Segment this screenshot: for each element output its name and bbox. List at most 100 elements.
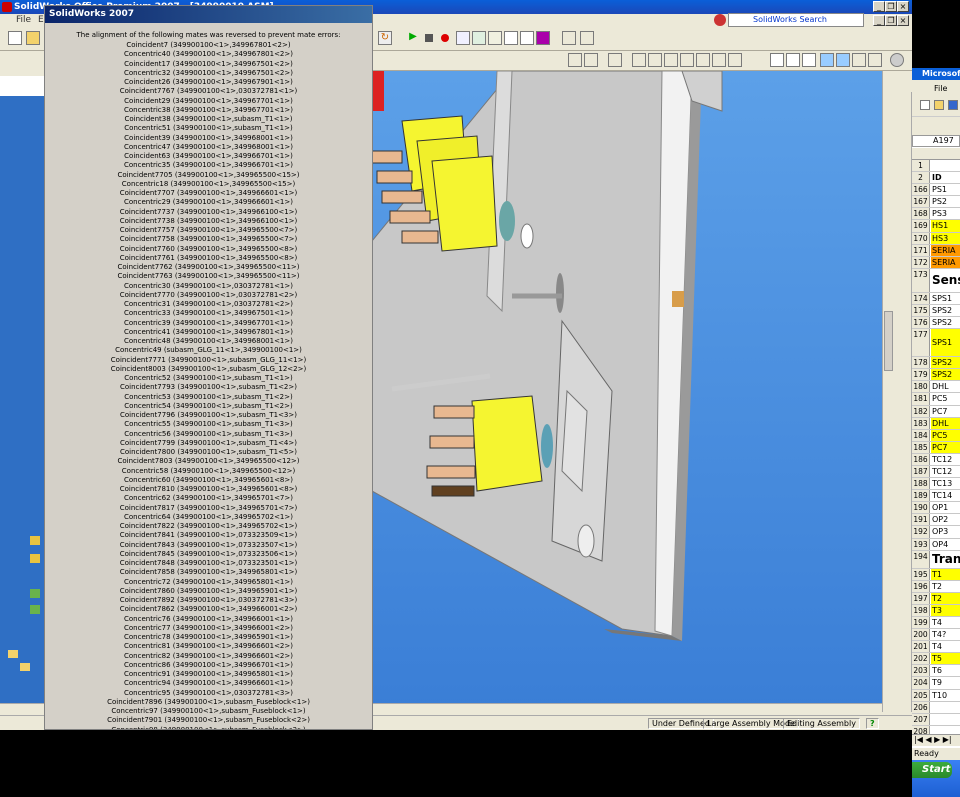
row-number[interactable]: 173 [912,268,930,292]
row-number[interactable]: 166 [912,184,930,196]
excel-title-bar[interactable]: Microsoft Excel [912,68,960,80]
status-help-icon[interactable]: ? [866,718,879,729]
excel-row[interactable]: 167 PS2 [912,196,960,209]
row-number[interactable]: 169 [912,220,930,232]
excel-new-icon[interactable] [920,100,930,110]
excel-open-icon[interactable] [934,100,944,110]
row-number[interactable]: 179 [912,369,930,381]
row-number[interactable]: 181 [912,393,930,405]
tree-component-icon[interactable] [30,605,40,614]
drawing-icon[interactable] [456,31,470,45]
row-number[interactable]: 204 [912,677,930,689]
excel-row[interactable]: 179 SPS2 [912,369,960,382]
excel-row[interactable]: 168 PS3 [912,208,960,221]
cell-value[interactable]: OP1 [931,502,960,513]
stop-icon[interactable] [422,31,436,45]
row-number[interactable]: 200 [912,629,930,641]
excel-row[interactable]: 166 PS1 [912,184,960,197]
table-icon[interactable] [504,31,518,45]
cell-value[interactable]: OP4 [931,539,960,550]
zoom-icon[interactable] [664,53,678,67]
row-number[interactable]: 202 [912,653,930,665]
wireframe-icon[interactable] [770,53,784,67]
row-number[interactable]: 1 [912,160,930,172]
minimize-icon[interactable]: _ [873,1,885,12]
row-number[interactable]: 203 [912,665,930,677]
cell-value[interactable]: PC7 [931,441,960,453]
excel-row[interactable]: 188 TC13 [912,478,960,491]
excel-row[interactable]: 177 SPS1 [912,329,960,358]
excel-name-box[interactable]: A197 [912,135,960,147]
cell-value[interactable]: T10 [931,690,960,701]
excel-row[interactable]: 192 OP3 [912,526,960,539]
open-file-icon[interactable] [26,31,40,45]
excel-row[interactable]: 1 [912,160,960,173]
cell-value[interactable]: DHL [931,417,960,429]
cell-value[interactable] [931,714,960,725]
part-icon[interactable] [488,31,502,45]
excel-row[interactable]: 189 TC14 [912,490,960,503]
excel-row[interactable]: 204 T9 [912,677,960,690]
shadows-icon[interactable] [852,53,866,67]
cell-value[interactable]: T1 [931,568,960,580]
start-button[interactable]: Start [912,762,952,778]
excel-row[interactable]: 199 T4 [912,617,960,630]
dialog-title-bar[interactable]: SolidWorks 2007 [45,6,372,23]
excel-row[interactable]: 202 T5 [912,653,960,666]
hidden-lines-visible-icon[interactable] [786,53,800,67]
cell-value[interactable]: HS3 [931,232,960,244]
row-number[interactable]: 187 [912,465,930,478]
excel-row[interactable]: 2 ID [912,172,960,185]
cell-value[interactable]: TC14 [931,490,960,501]
cell-value[interactable]: TC13 [931,478,960,489]
row-number[interactable]: 182 [912,405,930,417]
excel-row[interactable]: 183 DHL [912,417,960,430]
row-number[interactable]: 198 [912,604,930,616]
row-number[interactable]: 172 [912,256,930,268]
cell-value[interactable]: SPS2 [931,317,960,328]
cell-value[interactable] [931,160,960,171]
doc-minimize-icon[interactable]: _ [873,15,885,26]
cell-value[interactable]: T9 [931,677,960,688]
pan-icon[interactable] [680,53,694,67]
tree-component-icon[interactable] [30,589,40,598]
cell-value[interactable]: T3 [931,604,960,616]
close-icon[interactable]: × [897,1,909,12]
excel-row[interactable]: 196 T2 [912,580,960,593]
tree-folder-icon[interactable] [20,663,30,671]
excel-row[interactable]: 205 T10 [912,689,960,702]
excel-row[interactable]: 181 PC5 [912,393,960,406]
row-number[interactable]: 175 [912,304,930,317]
select-icon[interactable] [608,53,622,67]
row-number[interactable]: 174 [912,292,930,304]
section-view-icon[interactable] [728,53,742,67]
row-number[interactable]: 206 [912,701,930,713]
row-number[interactable]: 189 [912,490,930,502]
row-number[interactable]: 168 [912,208,930,220]
smart-dim-icon[interactable] [580,31,594,45]
row-number[interactable]: 188 [912,478,930,490]
row-number[interactable]: 190 [912,502,930,514]
doc-restore-icon[interactable]: ❐ [885,15,897,26]
excel-row[interactable]: 193 OP4 [912,538,960,551]
cell-value[interactable]: T6 [931,665,960,676]
excel-row[interactable]: 184 PC5 [912,429,960,442]
row-number[interactable]: 205 [912,689,930,701]
cell-value[interactable]: T2 [931,581,960,592]
excel-row[interactable]: 200 T4? [912,629,960,642]
cell-value[interactable]: PC7 [931,406,960,417]
excel-row[interactable]: 186 TC12 [912,453,960,466]
cell-value[interactable]: Tran [931,551,960,568]
row-number[interactable]: 170 [912,232,930,244]
assembly-icon[interactable] [472,31,486,45]
play-icon[interactable]: ▶ [406,31,420,45]
rebuild-icon[interactable]: ↻ [378,31,392,45]
excel-row[interactable]: 190 OP1 [912,502,960,515]
excel-row[interactable]: 171 SERIA [912,244,960,257]
cell-value[interactable]: PC5 [931,393,960,404]
row-number[interactable]: 184 [912,429,930,441]
tree-component-icon[interactable] [30,536,40,545]
shaded-edges-icon[interactable] [820,53,834,67]
help-icon[interactable] [714,14,726,26]
doc-close-icon[interactable]: × [897,15,909,26]
